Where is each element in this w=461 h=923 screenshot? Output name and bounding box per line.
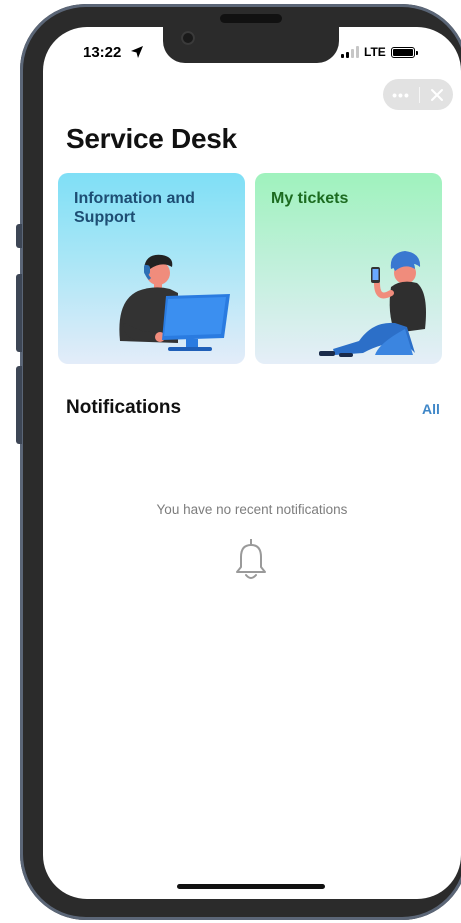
mute-switch	[16, 224, 22, 248]
all-notifications-link[interactable]: All	[422, 401, 440, 417]
battery-icon	[390, 46, 418, 58]
notch	[163, 27, 339, 63]
close-icon	[430, 88, 443, 101]
page-title: Service Desk	[66, 123, 237, 154]
close-button[interactable]	[420, 79, 453, 110]
bell-icon	[236, 539, 266, 579]
device-screen: 13:22 LTE ••• Service Desk Information a…	[43, 27, 461, 899]
notifications-heading: Notifications	[66, 397, 182, 418]
location-arrow-icon	[131, 46, 143, 58]
my-tickets-card[interactable]: My tickets	[255, 173, 442, 364]
volume-up-button	[16, 274, 22, 352]
network-label: LTE	[364, 45, 386, 59]
home-indicator[interactable]	[177, 884, 325, 889]
front-camera	[181, 31, 195, 45]
person-with-phone-illustration	[319, 251, 426, 357]
empty-notifications-message: You have no recent notifications	[156, 502, 348, 517]
status-indicators: LTE	[341, 45, 418, 59]
earpiece-speaker	[220, 14, 282, 23]
status-time: 13:22	[83, 44, 122, 61]
information-support-card[interactable]: Information and Support	[58, 173, 245, 364]
more-icon[interactable]: •••	[383, 79, 419, 110]
mini-program-capsule: •••	[383, 79, 453, 110]
signal-icon	[341, 46, 359, 58]
volume-down-button	[16, 366, 22, 444]
support-agent-illustration	[119, 254, 230, 351]
